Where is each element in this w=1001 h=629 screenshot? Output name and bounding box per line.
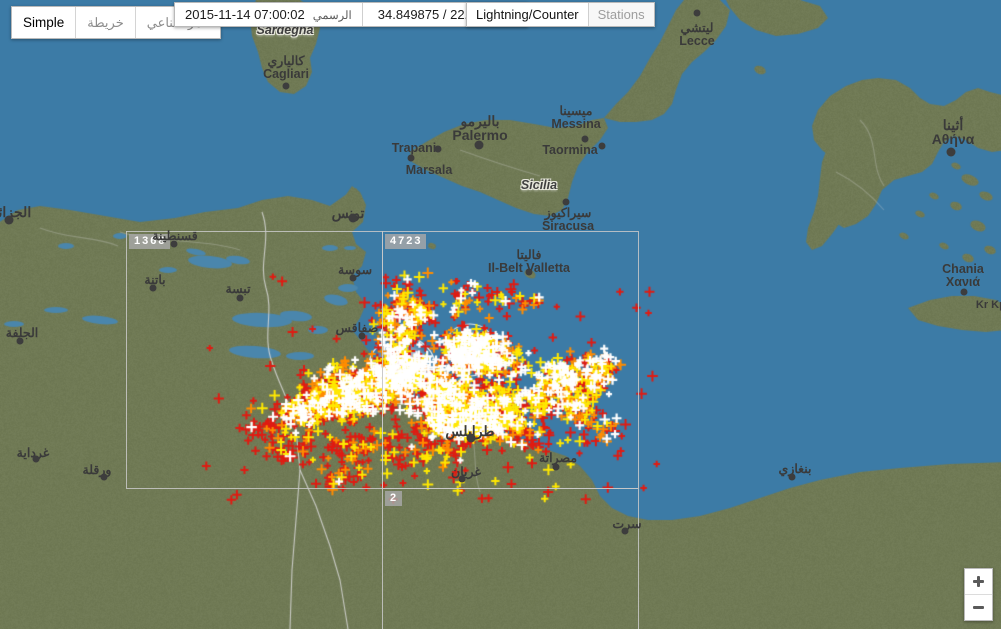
basemap-option-simple-label: Simple [23,15,64,30]
tab-lightning-counter-label: Lightning/Counter [476,7,579,22]
map-basemap-canvas[interactable] [0,0,1001,629]
basemap-option-map[interactable]: خريطة [76,7,135,38]
plus-icon [973,576,984,587]
lightning-map-app: 136847232SardegnaSiciliaكالياريCagliariل… [0,0,1001,629]
tab-stations[interactable]: Stations [589,3,654,26]
zoom-control[interactable] [964,568,993,621]
timestamp-mode-label: الرسمي [313,8,352,22]
timestamp-cell: 2015-11-14 07:00:02 الرسمي [175,3,363,26]
minus-icon [973,606,984,609]
tab-lightning-counter[interactable]: Lightning/Counter [467,3,589,26]
basemap-option-simple[interactable]: Simple [12,7,76,38]
view-tabs[interactable]: Lightning/Counter Stations [466,2,655,27]
tab-stations-label: Stations [598,7,645,22]
timestamp-value: 2015-11-14 07:00:02 [185,7,305,22]
basemap-option-map-label: خريطة [87,15,123,31]
zoom-out-button[interactable] [965,595,992,620]
zoom-in-button[interactable] [965,569,992,595]
